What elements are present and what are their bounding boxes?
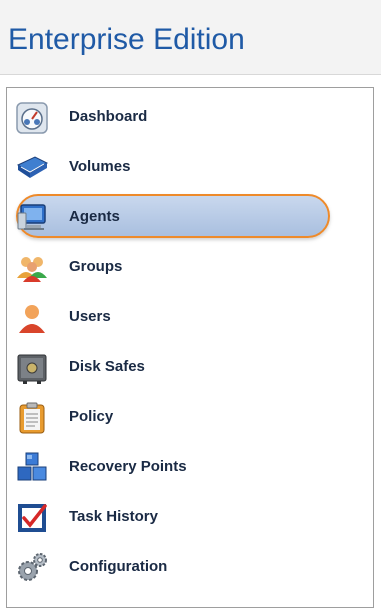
- user-icon: [15, 301, 49, 335]
- page-title: Enterprise Edition: [8, 23, 245, 56]
- sidebar-item-label: Users: [69, 308, 111, 325]
- sidebar-item-label: Configuration: [69, 558, 168, 575]
- groups-icon: [15, 251, 49, 285]
- sidebar-item-configuration[interactable]: Configuration: [12, 542, 368, 592]
- disk-safe-icon: [15, 351, 49, 385]
- sidebar-item-label: Policy: [69, 408, 114, 425]
- sidebar-item-disk-safes[interactable]: Disk Safes: [12, 342, 368, 392]
- sidebar-item-policy[interactable]: Policy: [12, 392, 368, 442]
- agents-icon: [15, 201, 49, 235]
- gears-icon: [15, 551, 49, 585]
- dashboard-icon: [15, 101, 49, 135]
- sidebar-item-agents[interactable]: Agents: [12, 192, 368, 242]
- checkbox-icon: [15, 501, 49, 535]
- clipboard-icon: [15, 401, 49, 435]
- app-header: Enterprise Edition: [0, 0, 381, 75]
- selected-highlight: [16, 194, 330, 238]
- sidebar-item-label: Groups: [69, 258, 123, 275]
- sidebar-nav: Dashboard Volumes Agents Groups Users Di…: [6, 87, 374, 608]
- sidebar-item-task-history[interactable]: Task History: [12, 492, 368, 542]
- cubes-icon: [15, 451, 49, 485]
- sidebar-item-label: Agents: [69, 208, 120, 225]
- sidebar-item-label: Recovery Points: [69, 458, 187, 475]
- sidebar-item-label: Disk Safes: [69, 358, 145, 375]
- sidebar-item-recovery-points[interactable]: Recovery Points: [12, 442, 368, 492]
- sidebar-item-users[interactable]: Users: [12, 292, 368, 342]
- sidebar-item-label: Dashboard: [69, 108, 148, 125]
- sidebar-item-label: Task History: [69, 508, 158, 525]
- volumes-icon: [15, 151, 49, 185]
- sidebar-item-label: Volumes: [69, 158, 131, 175]
- sidebar-item-groups[interactable]: Groups: [12, 242, 368, 292]
- sidebar-item-dashboard[interactable]: Dashboard: [12, 92, 368, 142]
- sidebar-item-volumes[interactable]: Volumes: [12, 142, 368, 192]
